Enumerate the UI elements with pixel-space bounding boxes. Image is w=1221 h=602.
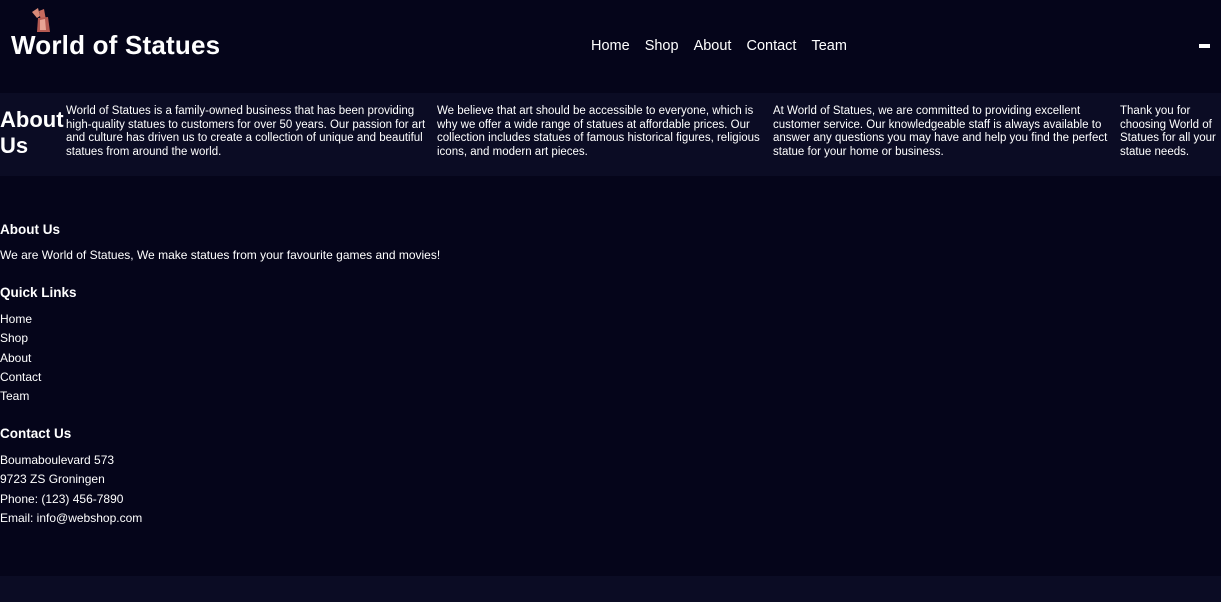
- nav-shop[interactable]: Shop: [645, 38, 679, 54]
- nav-team[interactable]: Team: [811, 38, 846, 54]
- footer-email: Email: info@webshop.com: [0, 511, 143, 525]
- footer-address-line-1: Boumaboulevard 573: [0, 453, 115, 467]
- about-band: About Us World of Statues is a family-ow…: [0, 93, 1221, 176]
- about-paragraph-4: Thank you for choosing World of Statues …: [1120, 105, 1216, 158]
- site-title[interactable]: World of Statues: [11, 30, 220, 61]
- about-paragraph-3: At World of Statues, we are committed to…: [773, 105, 1108, 158]
- nav-home[interactable]: Home: [591, 38, 630, 54]
- minus-icon[interactable]: [1199, 44, 1210, 48]
- about-heading: About Us: [0, 107, 64, 158]
- main-nav: Home Shop About Contact Team: [591, 38, 847, 54]
- footer-quick-links-title: Quick Links: [0, 285, 77, 300]
- about-paragraph-1: World of Statues is a family-owned busin…: [66, 105, 426, 158]
- footer-link-about[interactable]: About: [0, 351, 31, 365]
- footer-address-line-2: 9723 ZS Groningen: [0, 472, 105, 486]
- nav-contact[interactable]: Contact: [746, 38, 796, 54]
- about-paragraph-2: We believe that art should be accessible…: [437, 105, 760, 158]
- footer-about-title: About Us: [0, 222, 60, 237]
- site-header: World of Statues Home Shop About Contact…: [0, 0, 1221, 93]
- footer-about-text: We are World of Statues, We make statues…: [0, 248, 441, 262]
- nav-about[interactable]: About: [694, 38, 732, 54]
- footer-link-home[interactable]: Home: [0, 312, 32, 326]
- footer-link-contact[interactable]: Contact: [0, 370, 41, 384]
- footer-phone: Phone: (123) 456-7890: [0, 492, 124, 506]
- footer-contact-title: Contact Us: [0, 426, 72, 441]
- footer-link-team[interactable]: Team: [0, 389, 29, 403]
- footer-link-shop[interactable]: Shop: [0, 331, 28, 345]
- bottom-strip: [0, 576, 1221, 602]
